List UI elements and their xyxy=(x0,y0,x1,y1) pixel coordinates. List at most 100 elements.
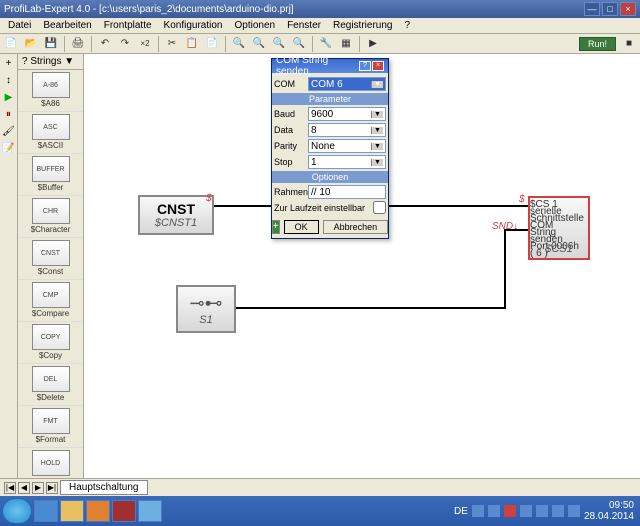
laufzeit-checkbox[interactable] xyxy=(373,201,386,214)
dialog-help-button[interactable]: ? xyxy=(359,61,371,71)
palette-item[interactable]: BUFFER$Buffer xyxy=(18,154,83,196)
block-switch-name: S1 xyxy=(199,314,212,326)
toolbar: 📄 📂 💾 🖨 ↶ ↷ ×2 ✂ 📋 📄 🔍 🔍 🔍 🔍 🔧 ▦ ▶ Run! … xyxy=(0,34,640,54)
copy-icon[interactable]: 📋 xyxy=(183,35,201,52)
grid-icon[interactable]: ▦ xyxy=(337,35,355,52)
palette-item-icon: CNST xyxy=(32,240,70,266)
tab-last-icon[interactable]: ▶| xyxy=(46,482,58,494)
tab-first-icon[interactable]: |◀ xyxy=(4,482,16,494)
component-palette: ? Strings ▼ A-86$A86ASC$ASCIIBUFFER$Buff… xyxy=(18,54,84,478)
block-switch[interactable]: ⊸⊷ S1 xyxy=(176,285,236,333)
redo-icon[interactable]: ↷ xyxy=(116,35,134,52)
maximize-button[interactable]: □ xyxy=(602,2,618,16)
cancel-button[interactable]: Abbrechen xyxy=(323,220,389,234)
taskbar-app-profilab[interactable] xyxy=(112,500,136,522)
parity-select[interactable]: None▼ xyxy=(308,139,386,153)
taskbar-app-firefox[interactable] xyxy=(86,500,110,522)
taskbar-clock[interactable]: 09:50 28.04.2014 xyxy=(584,500,634,522)
dialog-plus-button[interactable]: + xyxy=(272,220,280,234)
palette-item-icon: FMT xyxy=(32,408,70,434)
tab-hauptschaltung[interactable]: Hauptschaltung xyxy=(60,480,148,495)
minimize-button[interactable]: — xyxy=(584,2,600,16)
menu-help[interactable]: ? xyxy=(398,20,416,31)
palette-item[interactable]: CMP$Compare xyxy=(18,280,83,322)
tool-arrow-icon[interactable]: + xyxy=(1,56,17,72)
palette-item[interactable]: FMT$Format xyxy=(18,406,83,448)
tool-move-icon[interactable]: ↕ xyxy=(1,73,17,89)
block-cs[interactable]: $CS 1 serielle Schnittstelle COM String … xyxy=(528,196,590,260)
zoomout-icon[interactable]: 🔍 xyxy=(250,35,268,52)
dialog-titlebar[interactable]: COM String senden ? × xyxy=(272,59,388,73)
rahmen-input[interactable]: // 10 xyxy=(308,185,386,199)
tray-icon[interactable] xyxy=(488,505,500,517)
dropdown-arrow-icon: ▼ xyxy=(371,127,383,134)
palette-item[interactable]: DEL$Delete xyxy=(18,364,83,406)
palette-item[interactable]: A-86$A86 xyxy=(18,70,83,112)
section-parameter: Parameter xyxy=(272,93,388,105)
paste-icon[interactable]: 📄 xyxy=(203,35,221,52)
tool-icon[interactable]: 🔧 xyxy=(317,35,335,52)
tray-icon[interactable] xyxy=(504,505,516,517)
ok-button[interactable]: OK xyxy=(284,220,319,234)
palette-item-label: $Character xyxy=(18,225,83,234)
zoom2x-icon[interactable]: ×2 xyxy=(136,35,154,52)
zoom100-icon[interactable]: 🔍 xyxy=(290,35,308,52)
baud-label: Baud xyxy=(274,109,306,119)
taskbar-app-explorer[interactable] xyxy=(60,500,84,522)
zoomfit-icon[interactable]: 🔍 xyxy=(270,35,288,52)
tab-next-icon[interactable]: ▶ xyxy=(32,482,44,494)
menu-frontplatte[interactable]: Frontplatte xyxy=(98,20,158,31)
save-icon[interactable]: 💾 xyxy=(42,35,60,52)
menu-optionen[interactable]: Optionen xyxy=(228,20,281,31)
tool-pause-icon[interactable]: ⏸ xyxy=(1,107,17,123)
tray-icon[interactable] xyxy=(472,505,484,517)
menu-bearbeiten[interactable]: Bearbeiten xyxy=(37,20,97,31)
wire xyxy=(504,229,528,231)
window-titlebar: ProfiLab-Expert 4.0 - [c:\users\paris_2\… xyxy=(0,0,640,18)
new-icon[interactable]: 📄 xyxy=(2,35,20,52)
tab-prev-icon[interactable]: ◀ xyxy=(18,482,30,494)
data-label: Data xyxy=(274,125,306,135)
taskbar-app-notepad[interactable] xyxy=(138,500,162,522)
tool-note-icon[interactable]: 📝 xyxy=(1,141,17,157)
start-button[interactable] xyxy=(2,498,32,524)
palette-item[interactable]: HOLD$Hold xyxy=(18,448,83,478)
palette-header[interactable]: ? Strings ▼ xyxy=(18,54,83,70)
dropdown-arrow-icon: ▼ xyxy=(371,81,383,88)
zoomin-icon[interactable]: 🔍 xyxy=(230,35,248,52)
palette-item[interactable]: ASC$ASCII xyxy=(18,112,83,154)
tray-icon[interactable] xyxy=(552,505,564,517)
section-optionen: Optionen xyxy=(272,171,388,183)
dialog-close-button[interactable]: × xyxy=(372,61,384,71)
tray-icon[interactable] xyxy=(568,505,580,517)
close-button[interactable]: × xyxy=(620,2,636,16)
stop-select[interactable]: 1▼ xyxy=(308,155,386,169)
stop-icon[interactable]: ■ xyxy=(620,35,638,52)
palette-item[interactable]: COPY$Copy xyxy=(18,322,83,364)
open-icon[interactable]: 📂 xyxy=(22,35,40,52)
lang-indicator[interactable]: DE xyxy=(454,506,468,517)
tray-icon[interactable] xyxy=(536,505,548,517)
tray-icon[interactable] xyxy=(520,505,532,517)
pin-cs-dollar: $ xyxy=(519,194,525,205)
menu-fenster[interactable]: Fenster xyxy=(281,20,327,31)
compile-icon[interactable]: ▶ xyxy=(364,35,382,52)
tool-play-icon[interactable]: ▶ xyxy=(1,90,17,106)
palette-item-icon: A-86 xyxy=(32,72,70,98)
run-button[interactable]: Run! xyxy=(579,37,616,51)
menu-konfiguration[interactable]: Konfiguration xyxy=(158,20,229,31)
menu-registrierung[interactable]: Registrierung xyxy=(327,20,398,31)
palette-item[interactable]: CHR$Character xyxy=(18,196,83,238)
palette-item-label: $Compare xyxy=(18,309,83,318)
tool-brush-icon[interactable]: 🖌 xyxy=(1,124,17,140)
block-cnst[interactable]: CNST $CNST1 xyxy=(138,195,214,235)
taskbar-app-ie[interactable] xyxy=(34,500,58,522)
undo-icon[interactable]: ↶ xyxy=(96,35,114,52)
palette-item[interactable]: CNST$Const xyxy=(18,238,83,280)
com-select[interactable]: COM 6▼ xyxy=(308,77,386,91)
data-select[interactable]: 8▼ xyxy=(308,123,386,137)
baud-select[interactable]: 9600▼ xyxy=(308,107,386,121)
print-icon[interactable]: 🖨 xyxy=(69,35,87,52)
cut-icon[interactable]: ✂ xyxy=(163,35,181,52)
menu-datei[interactable]: Datei xyxy=(2,20,37,31)
